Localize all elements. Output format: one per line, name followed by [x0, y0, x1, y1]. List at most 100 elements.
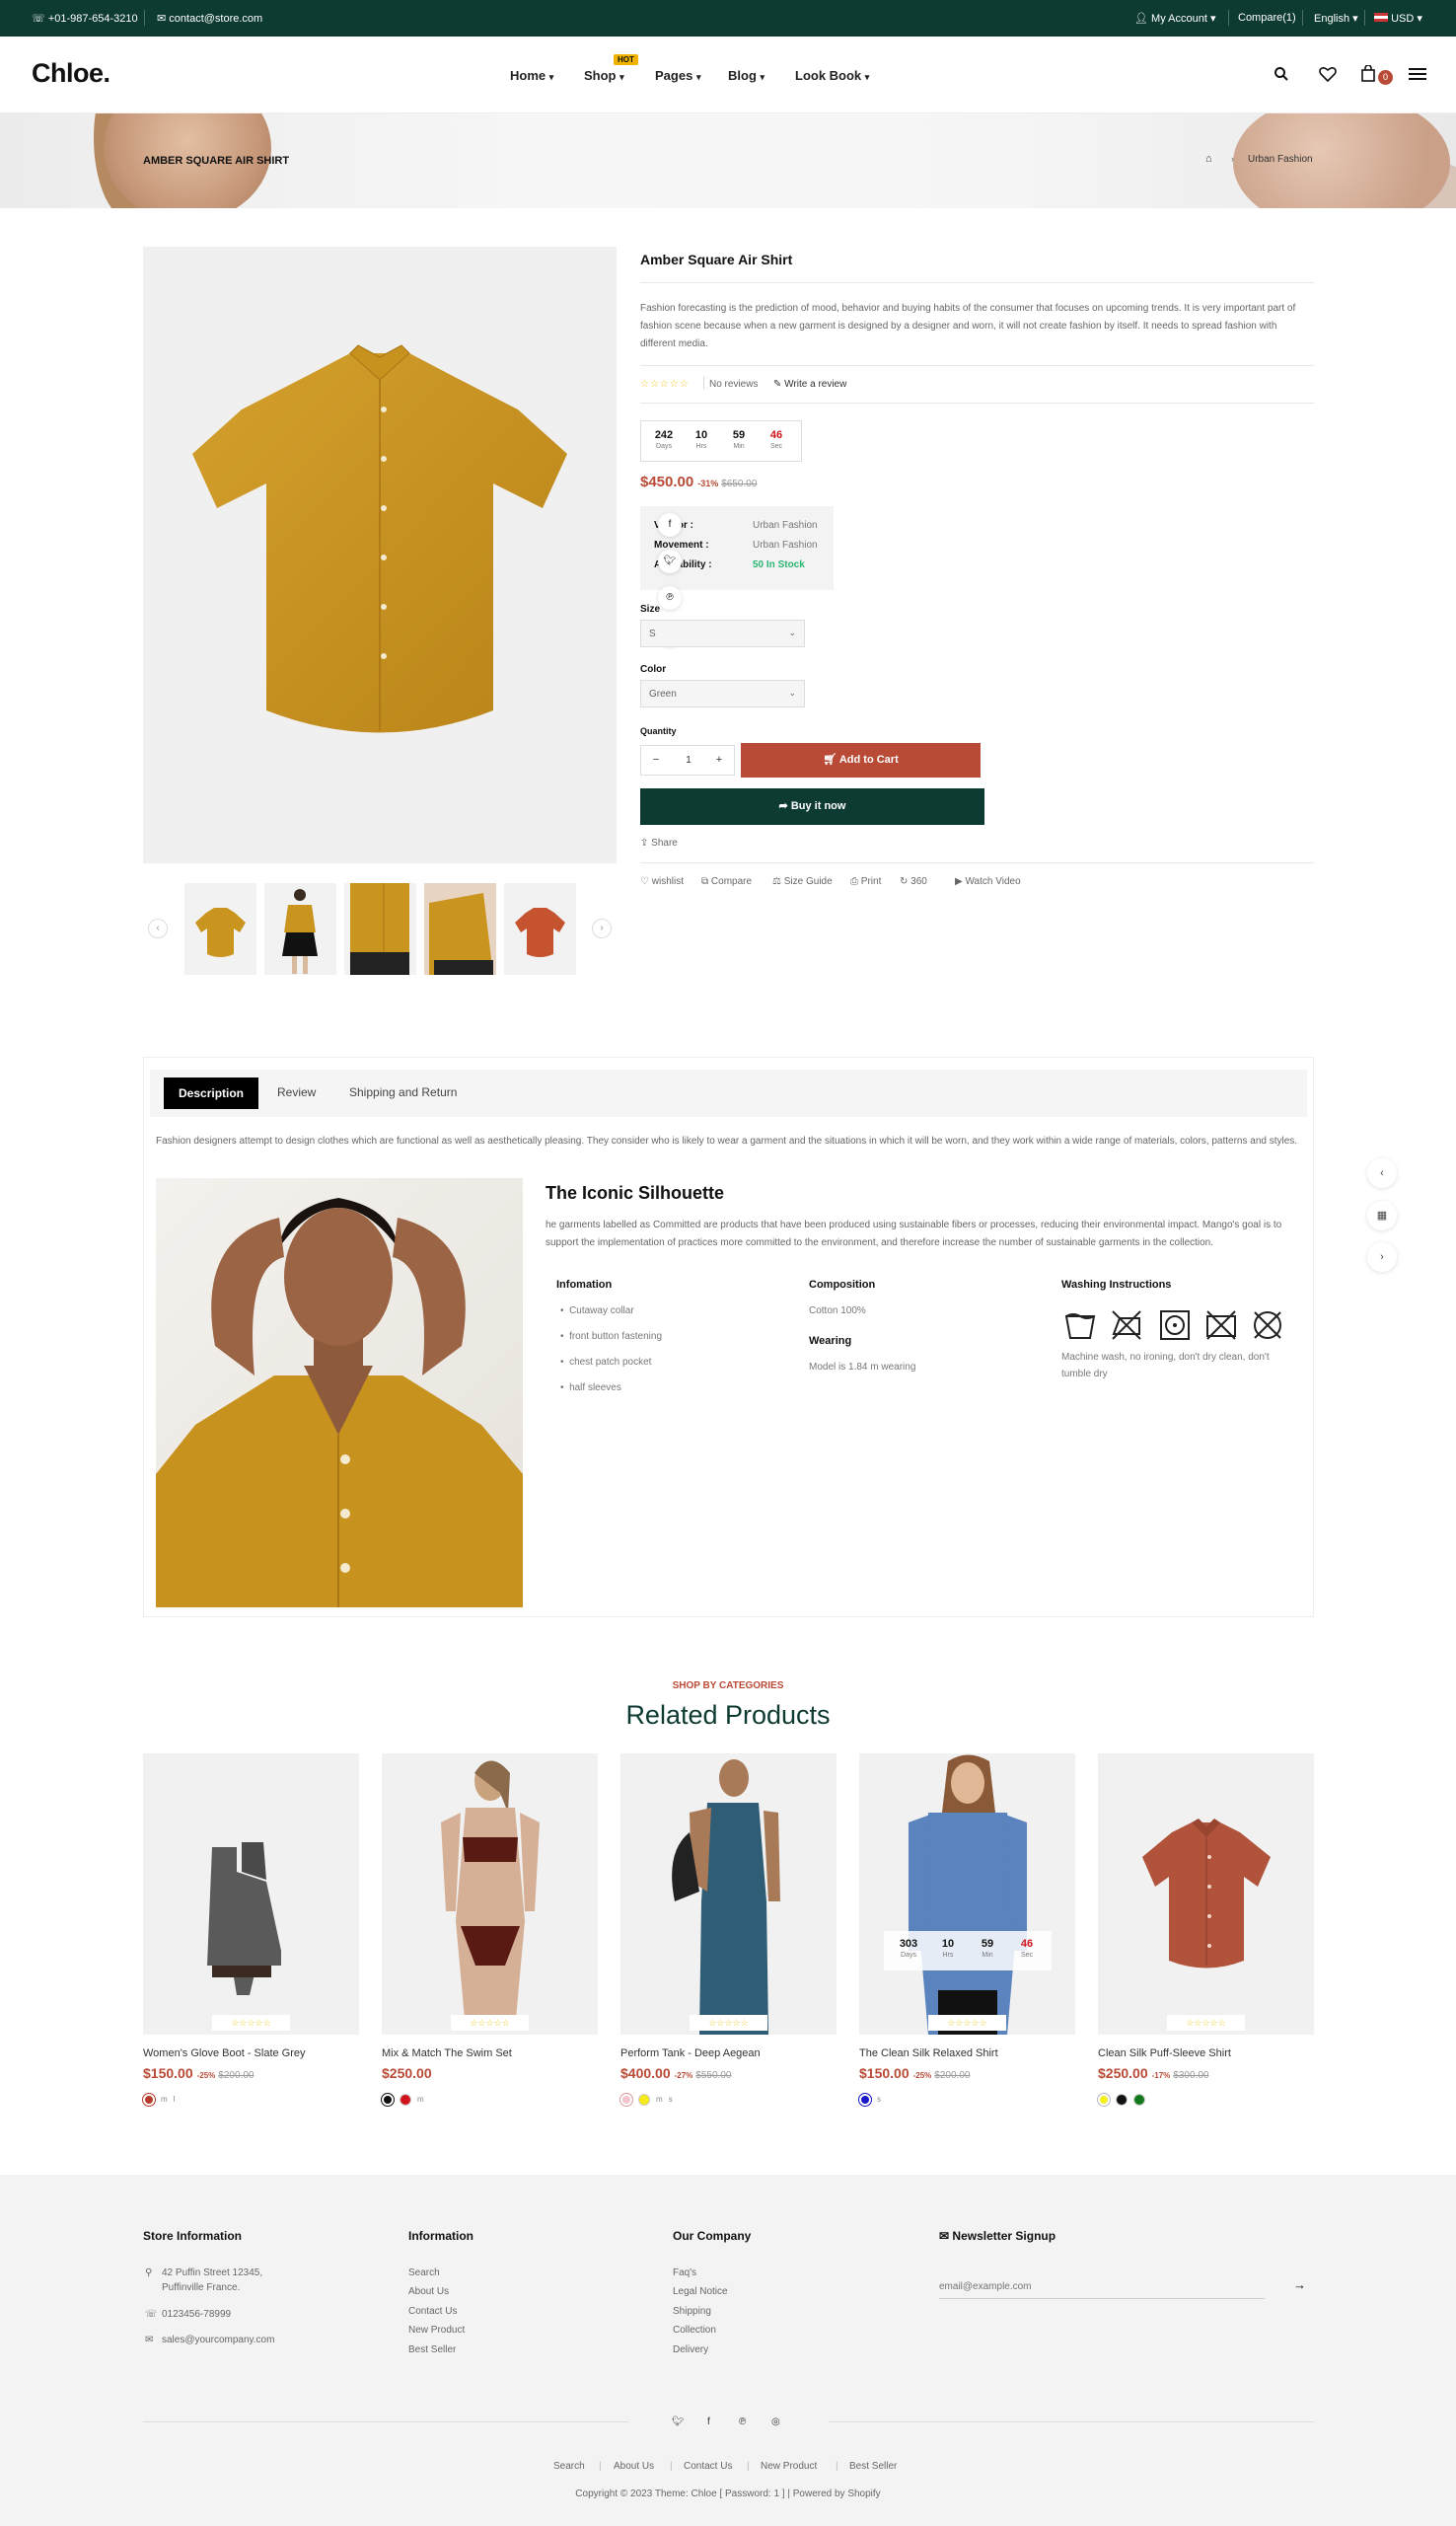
email-contact[interactable]: ✉ contact@store.com — [157, 12, 262, 25]
product-name[interactable]: Mix & Match The Swim Set — [382, 2047, 512, 2059]
prev-product-button[interactable]: ‹ — [1367, 1158, 1397, 1188]
countdown-value: 10 — [941, 1938, 955, 1950]
increase-quantity-button[interactable]: + — [704, 754, 734, 766]
wishlist-link[interactable]: ♡ wishlist — [640, 876, 684, 887]
size-option[interactable]: m — [417, 2095, 424, 2104]
twitter-icon[interactable]: 🐦︎ — [658, 550, 682, 573]
nav-home[interactable]: Home ▾ — [510, 68, 553, 83]
compare-link[interactable]: Compare(1) — [1238, 12, 1296, 24]
arrow-right-icon[interactable]: → — [1293, 2277, 1306, 2292]
color-swatch[interactable] — [400, 2093, 411, 2106]
write-review-link[interactable]: ✎ Write a review — [773, 379, 846, 390]
grid-view-icon[interactable]: ▦ — [1367, 1201, 1397, 1230]
language-selector[interactable]: English ▾ — [1314, 12, 1358, 25]
tab-description[interactable]: Description — [164, 1077, 259, 1109]
facebook-icon[interactable]: f — [658, 513, 682, 537]
facebook-icon[interactable]: f — [707, 2416, 710, 2427]
thumbnail-3[interactable] — [344, 883, 416, 975]
hamburger-menu-icon[interactable] — [1409, 67, 1426, 81]
size-guide-link[interactable]: ⚖ Size Guide — [772, 876, 833, 887]
buy-now-button[interactable]: ➦ Buy it now — [640, 788, 984, 825]
footer-link[interactable]: Collection — [673, 2325, 716, 2336]
product-name[interactable]: Perform Tank - Deep Aegean — [620, 2047, 761, 2059]
color-swatch[interactable] — [1116, 2093, 1128, 2106]
product-image[interactable] — [620, 1753, 837, 2035]
view-360-link[interactable]: ↻ 360 — [900, 876, 927, 887]
info-item-text: half sleeves — [569, 1382, 621, 1393]
product-image[interactable] — [859, 1753, 1075, 2035]
thumbnail-5[interactable] — [504, 883, 576, 975]
pinterest-icon[interactable]: ℗ — [658, 586, 682, 610]
add-to-cart-button[interactable]: 🛒︎ Add to Cart — [741, 743, 981, 778]
compare-link[interactable]: ⧉ Compare — [701, 876, 752, 887]
phone-contact[interactable]: ☏ +01-987-654-3210 — [32, 12, 138, 25]
color-swatch[interactable] — [382, 2093, 394, 2106]
cart-bag-icon[interactable] — [1360, 65, 1376, 82]
color-swatch[interactable] — [143, 2093, 155, 2106]
thumb-prev-button[interactable]: ‹ — [148, 919, 168, 938]
product-image[interactable] — [1098, 1753, 1314, 2035]
print-link[interactable]: ⎙ Print — [850, 876, 881, 887]
size-option[interactable]: s — [669, 2095, 673, 2104]
tab-review[interactable]: Review — [277, 1085, 316, 1099]
nav-shop[interactable]: Shop ▾ — [584, 68, 624, 83]
footer-link[interactable]: Legal Notice — [673, 2286, 728, 2297]
color-swatch[interactable] — [620, 2093, 632, 2106]
bottom-link[interactable]: Search — [553, 2461, 585, 2472]
watch-video-link[interactable]: ▶ Watch Video — [955, 876, 1021, 887]
tab-shipping-return[interactable]: Shipping and Return — [349, 1085, 457, 1099]
thumbnail-1[interactable] — [184, 883, 256, 975]
bottom-link[interactable]: New Product — [761, 2461, 817, 2472]
store-phone[interactable]: 0123456-78999 — [162, 2309, 231, 2320]
footer-link[interactable]: Best Seller — [408, 2344, 456, 2355]
wishlist-heart-icon[interactable] — [1319, 66, 1337, 82]
store-email[interactable]: sales@yourcompany.com — [162, 2335, 274, 2345]
nav-blog[interactable]: Blog ▾ — [728, 68, 764, 83]
share-link[interactable]: ⇪ Share — [640, 838, 678, 849]
home-icon[interactable]: ⌂ — [1205, 153, 1212, 165]
next-product-button[interactable]: › — [1367, 1242, 1397, 1272]
bottom-link[interactable]: Contact Us — [684, 2461, 732, 2472]
size-select[interactable]: S ⌄ — [640, 620, 805, 647]
color-select[interactable]: Green ⌄ — [640, 680, 805, 707]
size-option[interactable]: m — [161, 2095, 168, 2104]
color-swatch[interactable] — [1098, 2093, 1110, 2106]
nav-pages[interactable]: Pages ▾ — [655, 68, 700, 83]
site-logo[interactable]: Chloe. — [32, 58, 110, 89]
thumbnail-4[interactable] — [424, 883, 496, 975]
color-swatch[interactable] — [1133, 2093, 1145, 2106]
product-name[interactable]: Clean Silk Puff-Sleeve Shirt — [1098, 2047, 1231, 2059]
footer-link[interactable]: About Us — [408, 2286, 449, 2297]
size-option[interactable]: l — [174, 2095, 176, 2104]
product-image[interactable] — [382, 1753, 598, 2035]
footer-link[interactable]: New Product — [408, 2325, 465, 2336]
footer-link[interactable]: Delivery — [673, 2344, 708, 2355]
footer-link[interactable]: Shipping — [673, 2306, 711, 2317]
size-option[interactable]: s — [877, 2095, 881, 2104]
bottom-link[interactable]: Best Seller — [849, 2461, 897, 2472]
product-image[interactable] — [143, 1753, 359, 2035]
thumbnail-2[interactable] — [264, 883, 336, 975]
footer-link[interactable]: Search — [408, 2267, 440, 2278]
product-name[interactable]: Women's Glove Boot - Slate Grey — [143, 2047, 306, 2059]
footer-link[interactable]: Faq's — [673, 2267, 696, 2278]
size-option[interactable]: m — [656, 2095, 663, 2104]
my-account-menu[interactable]: 👤︎ My Account ▾ — [1134, 12, 1215, 25]
quantity-input[interactable]: 1 — [674, 755, 703, 766]
currency-selector[interactable]: USD ▾ — [1374, 12, 1422, 25]
color-swatch[interactable] — [859, 2093, 871, 2106]
countdown-days: 303 Days — [894, 1938, 923, 1959]
search-icon[interactable] — [1274, 66, 1289, 82]
decrease-quantity-button[interactable]: − — [641, 754, 671, 766]
main-product-image[interactable] — [143, 247, 617, 863]
nav-look-book[interactable]: Look Book ▾ — [795, 68, 869, 83]
product-name[interactable]: The Clean Silk Relaxed Shirt — [859, 2047, 998, 2059]
bottom-link[interactable]: About Us — [614, 2461, 654, 2472]
thumb-next-button[interactable]: › — [592, 919, 612, 938]
twitter-icon[interactable]: 🐦︎ — [672, 2416, 685, 2427]
newsletter-email-input[interactable] — [939, 2275, 1265, 2299]
instagram-icon[interactable]: ◎ — [771, 2416, 780, 2427]
color-swatch[interactable] — [638, 2093, 650, 2106]
footer-link[interactable]: Contact Us — [408, 2306, 457, 2317]
pinterest-icon[interactable]: ℗ — [739, 2416, 746, 2427]
